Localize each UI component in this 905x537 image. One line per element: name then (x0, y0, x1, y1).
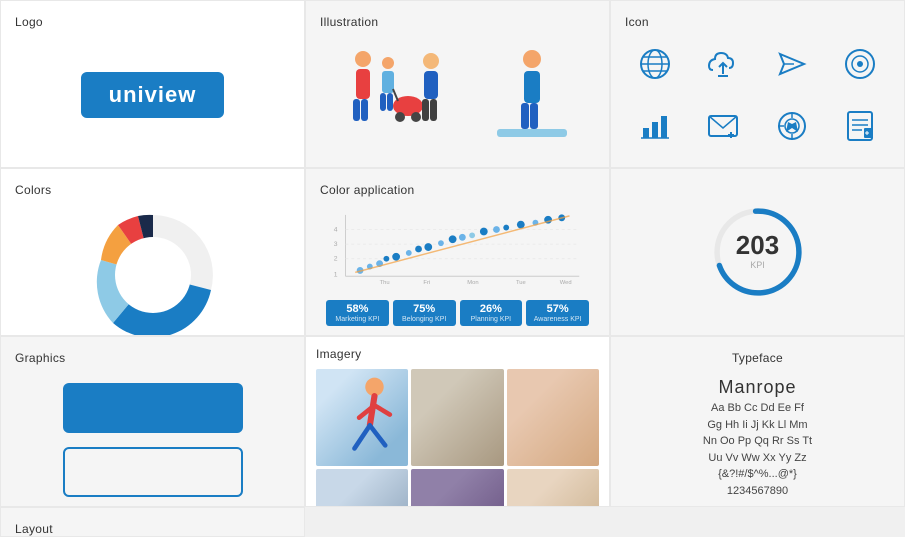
graphics-title: Graphics (15, 351, 290, 365)
logo-container: uniview (15, 37, 290, 153)
bar-1: 58% Marketing KPI (326, 300, 389, 326)
kpi-number: 203 (736, 232, 779, 258)
mail-icon-item (693, 108, 753, 144)
svg-text:Wed: Wed (560, 280, 572, 286)
imagery-cell: Imagery (305, 336, 610, 507)
chart-bar-icon-item (625, 108, 685, 144)
imagery-woman-laughing (411, 469, 503, 507)
imagery-smiling-woman (507, 369, 599, 466)
document-icon-item (830, 108, 890, 144)
globe-icon-item (625, 46, 685, 82)
bar-4-label: Awareness KPI (534, 316, 582, 323)
font-chars-3: Nn Oo Pp Qq Rr Ss Tt (703, 435, 812, 447)
target-icon (842, 46, 878, 82)
colors-title: Colors (15, 183, 290, 197)
cloud-upload-icon (705, 46, 741, 82)
mail-icon (705, 108, 741, 144)
bar-3: 26% Planning KPI (460, 300, 523, 326)
svg-text:1: 1 (334, 271, 338, 278)
globe-icon (637, 46, 673, 82)
illustration-figures (320, 37, 595, 155)
donut-container (15, 205, 290, 336)
graphics-shapes (15, 373, 290, 507)
font-chars-2: Gg Hh Ii Jj Kk Ll Mm (707, 419, 807, 431)
document-icon (842, 108, 878, 144)
imagery-couple (507, 469, 599, 507)
bar-2: 75% Belonging KPI (393, 300, 456, 326)
image-grid (316, 369, 599, 507)
kpi-cell: 203 KPI (610, 168, 905, 336)
layout-cell: Layout (0, 507, 305, 537)
font-chars-5: {&?!#/$^%...@*} (718, 468, 797, 480)
logo-text: uniview (109, 82, 197, 108)
font-display: Aa Bb Cc Dd Ee Ff Gg Hh Ii Jj Kk Ll Mm N… (683, 400, 832, 499)
icon-title: Icon (625, 15, 890, 29)
illustration-title: Illustration (320, 15, 595, 29)
font-chars-4: Uu Vv Ww Xx Yy Zz (708, 452, 806, 464)
svg-text:2: 2 (334, 256, 338, 263)
bar-3-value: 26% (480, 303, 502, 315)
font-chars-1: Aa Bb Cc Dd Ee Ff (711, 402, 804, 414)
svg-text:Mon: Mon (467, 280, 478, 286)
typeface-title: Typeface (732, 351, 783, 365)
scatter-chart-svg: 4 3 2 1 Thu Fri Mon Tue Wed (326, 209, 589, 289)
font-name: Manrope (718, 377, 796, 398)
typeface-cell: Typeface Manrope Aa Bb Cc Dd Ee Ff Gg Hh… (610, 336, 905, 507)
color-application-cell: Color application 4 3 2 1 Thu Fri Mon (305, 168, 610, 336)
cloud-upload-icon-item (693, 46, 753, 82)
svg-text:Tue: Tue (516, 280, 526, 286)
main-grid: Logo uniview Illustration (0, 0, 905, 507)
color-app-title: Color application (320, 183, 595, 197)
send-icon-item (762, 46, 822, 82)
progress-bars: 58% Marketing KPI 75% Belonging KPI 26% … (320, 296, 595, 330)
illustration-person-svg (492, 41, 572, 151)
layout-title: Layout (15, 522, 290, 536)
bar-4-value: 57% (547, 303, 569, 315)
imagery-family (411, 369, 503, 466)
svg-text:Fri: Fri (423, 280, 430, 286)
donut-chart (83, 205, 223, 336)
illustration-cell: Illustration (305, 0, 610, 168)
imagery-title: Imagery (316, 347, 599, 361)
goal-icon-item (762, 108, 822, 144)
icon-grid (625, 37, 890, 153)
font-chars-6: 1234567890 (727, 485, 788, 497)
svg-text:3: 3 (334, 241, 338, 248)
colors-cell: Colors (0, 168, 305, 336)
kpi-number-container: 203 KPI (736, 232, 779, 270)
bar-2-value: 75% (413, 303, 435, 315)
target-icon-item (830, 46, 890, 82)
scatter-chart-container: 4 3 2 1 Thu Fri Mon Tue Wed (320, 205, 595, 296)
bar-2-label: Belonging KPI (402, 316, 446, 323)
illustration-family-svg (343, 41, 453, 151)
svg-text:4: 4 (334, 226, 338, 233)
bar-3-label: Planning KPI (471, 316, 511, 323)
chart-bar-icon (637, 108, 673, 144)
imagery-crowd (316, 469, 408, 507)
kpi-unit: KPI (736, 260, 779, 270)
bar-1-label: Marketing KPI (335, 316, 379, 323)
logo-box: uniview (81, 72, 225, 118)
svg-text:Thu: Thu (380, 280, 390, 286)
send-icon (774, 46, 810, 82)
icon-cell: Icon (610, 0, 905, 168)
goal-icon (774, 108, 810, 144)
bar-4: 57% Awareness KPI (526, 300, 589, 326)
logo-cell: Logo uniview (0, 0, 305, 168)
bar-1-value: 58% (346, 303, 368, 315)
kpi-gauge: 203 KPI (708, 202, 808, 302)
graphics-filled-rect (63, 383, 243, 433)
imagery-runner (316, 369, 408, 466)
logo-title: Logo (15, 15, 290, 29)
runner-figure (316, 369, 408, 466)
graphics-outline-rect (63, 447, 243, 497)
graphics-cell: Graphics (0, 336, 305, 507)
